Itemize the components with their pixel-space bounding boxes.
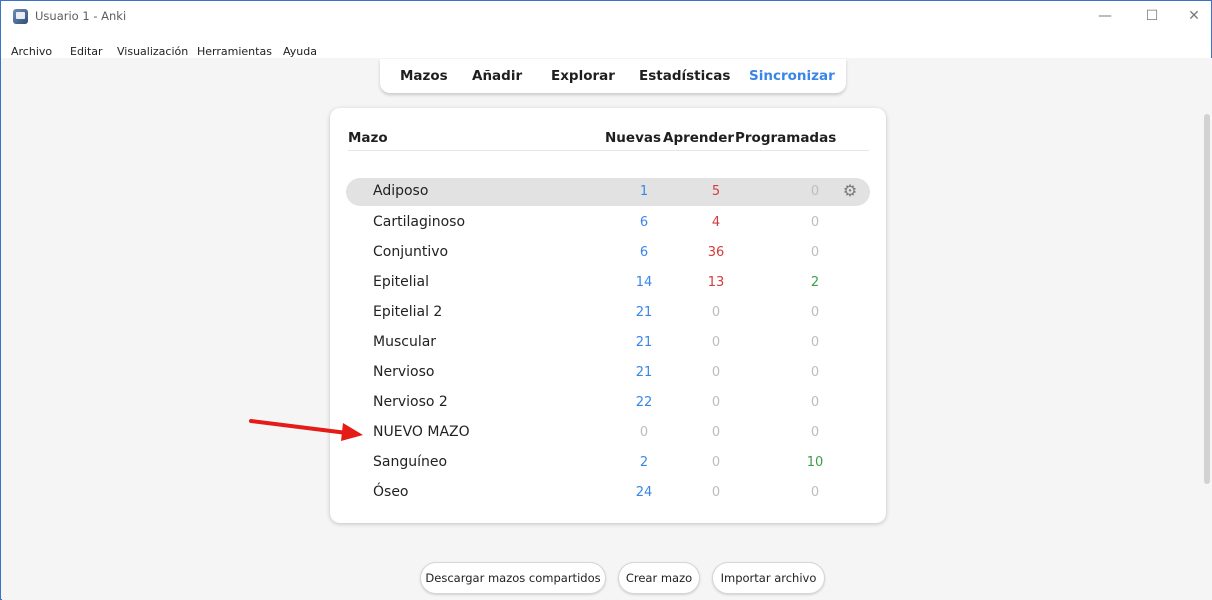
title-bar: Usuario 1 - Anki — ☐ ✕ [1,1,1211,31]
deck-name[interactable]: Muscular [373,334,436,350]
menu-bar: Archivo Editar Visualización Herramienta… [1,31,1211,58]
learn-count: 0 [711,305,721,320]
download-shared-decks-button[interactable]: Descargar mazos compartidos [420,562,606,594]
deck-row-oseo[interactable]: Óseo 24 0 0 [346,479,870,507]
header-due: Programadas [735,130,837,146]
maximize-button[interactable]: ☐ [1135,5,1169,27]
window-title: Usuario 1 - Anki [35,9,127,23]
deck-name[interactable]: Adiposo [373,183,428,199]
menu-ayuda[interactable]: Ayuda [283,45,317,58]
learn-count: 5 [711,184,721,199]
header-learn: Aprender [663,130,735,146]
due-count: 0 [810,425,820,440]
deck-row-epitelial[interactable]: Epitelial 14 13 2 [346,269,870,297]
close-button[interactable]: ✕ [1177,5,1211,27]
menu-herramientas[interactable]: Herramientas [197,45,272,58]
new-count: 6 [639,245,649,260]
app-window: Usuario 1 - Anki — ☐ ✕ Archivo Editar Vi… [0,0,1212,600]
deck-row-adiposo[interactable]: Adiposo 1 5 0 ⚙ [346,178,870,206]
deck-name[interactable]: Conjuntivo [373,244,448,260]
due-count: 0 [810,305,820,320]
new-count: 22 [635,395,653,410]
learn-count: 0 [711,335,721,350]
menu-editar[interactable]: Editar [70,45,103,58]
import-file-button[interactable]: Importar archivo [712,562,825,594]
toolbar-stats-link[interactable]: Estadísticas [639,68,730,84]
create-deck-button[interactable]: Crear mazo [618,562,700,594]
new-count: 0 [639,425,649,440]
menu-archivo[interactable]: Archivo [11,45,52,58]
new-count: 21 [635,305,653,320]
deck-name[interactable]: Nervioso 2 [373,394,448,410]
deck-name[interactable]: Epitelial [373,274,429,290]
learn-count: 0 [711,365,721,380]
learn-count: 0 [711,455,721,470]
learn-count: 0 [711,485,721,500]
header-new: Nuevas [605,130,662,146]
deck-row-muscular[interactable]: Muscular 21 0 0 [346,329,870,357]
deck-name[interactable]: Óseo [373,484,409,500]
menu-visualizacion[interactable]: Visualización [117,45,188,58]
scrollbar[interactable] [1204,114,1210,484]
due-count: 0 [810,395,820,410]
deck-row-conjuntivo[interactable]: Conjuntivo 6 36 0 [346,239,870,267]
learn-count: 0 [711,395,721,410]
toolbar-add-link[interactable]: Añadir [472,68,522,84]
learn-count: 36 [707,245,725,260]
deck-row-sanguineo[interactable]: Sanguíneo 2 0 10 [346,449,870,477]
new-count: 21 [635,365,653,380]
due-count: 0 [810,365,820,380]
due-count: 0 [810,184,820,199]
anki-app-icon [13,9,28,24]
deck-name[interactable]: Nervioso [373,364,434,380]
toolbar-sync-link[interactable]: Sincronizar [749,68,835,84]
deck-list-panel: Mazo Nuevas Aprender Programadas Adiposo… [330,108,886,523]
toolbar-browse-link[interactable]: Explorar [551,68,615,84]
due-count: 0 [810,485,820,500]
learn-count: 13 [707,275,725,290]
due-count: 0 [810,215,820,230]
minimize-button[interactable]: — [1088,5,1122,27]
deck-row-nervioso-2[interactable]: Nervioso 2 22 0 0 [346,389,870,417]
due-count: 10 [806,455,824,470]
deck-row-nervioso[interactable]: Nervioso 21 0 0 [346,359,870,387]
new-count: 24 [635,485,653,500]
due-count: 0 [810,335,820,350]
new-count: 21 [635,335,653,350]
new-count: 14 [635,275,653,290]
header-divider [348,150,869,151]
deck-name[interactable]: NUEVO MAZO [373,424,470,440]
deck-row-cartilaginoso[interactable]: Cartilaginoso 6 4 0 [346,209,870,237]
annotation-arrow-icon [249,419,363,441]
deck-row-nuevo-mazo[interactable]: NUEVO MAZO 0 0 0 [346,419,870,447]
due-count: 0 [810,245,820,260]
deck-name[interactable]: Sanguíneo [373,454,447,470]
learn-count: 0 [711,425,721,440]
deck-name[interactable]: Epitelial 2 [373,304,442,320]
new-count: 6 [639,215,649,230]
top-toolbar: Mazos Añadir Explorar Estadísticas Sincr… [380,59,846,93]
due-count: 2 [810,275,820,290]
header-deck: Mazo [348,130,388,146]
new-count: 1 [639,184,649,199]
learn-count: 4 [711,215,721,230]
new-count: 2 [639,455,649,470]
deck-name[interactable]: Cartilaginoso [373,214,465,230]
deck-row-epitelial-2[interactable]: Epitelial 2 21 0 0 [346,299,870,327]
toolbar-decks-link[interactable]: Mazos [400,68,448,84]
gear-icon[interactable]: ⚙ [840,181,860,201]
